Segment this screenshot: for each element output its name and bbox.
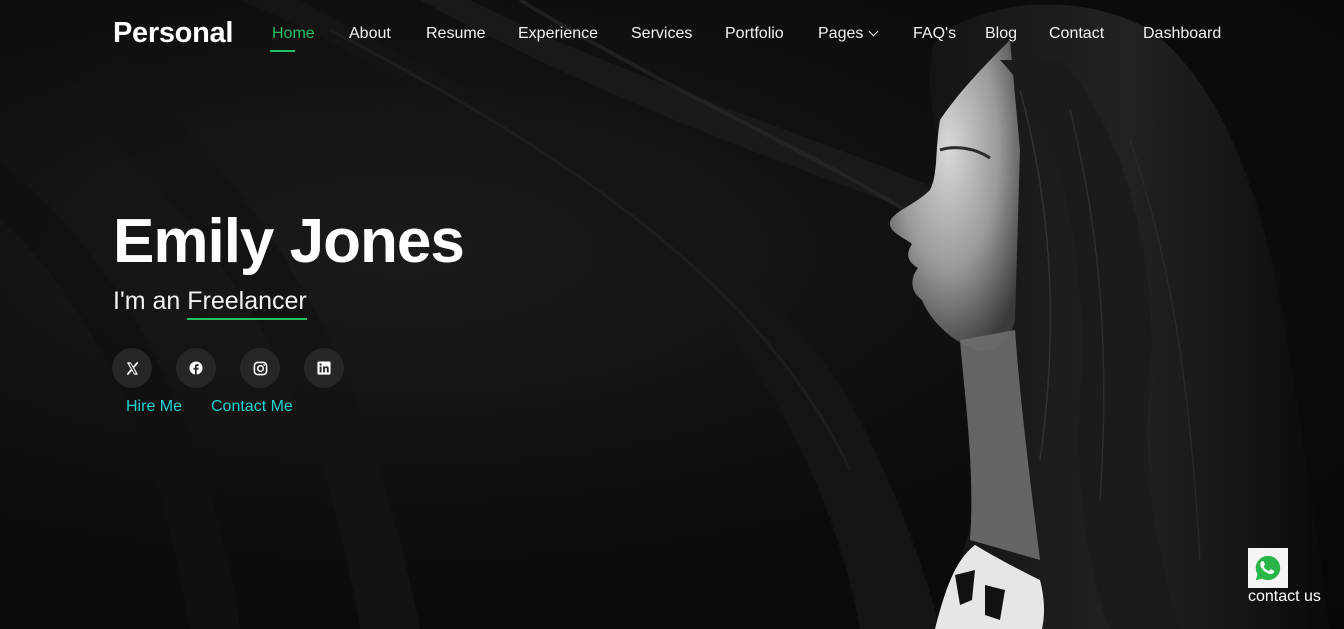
nav-about[interactable]: About (349, 25, 391, 43)
nav-active-indicator (270, 50, 295, 52)
hero-subtitle-prefix: I'm an (113, 287, 181, 315)
nav-pages-label: Pages (818, 25, 864, 42)
hero-section: Personal Home About Resume Experience Se… (0, 0, 1344, 629)
whatsapp-label[interactable]: contact us (1248, 588, 1321, 606)
nav-blog[interactable]: Blog (985, 25, 1017, 43)
hire-me-button[interactable]: Hire Me (126, 398, 182, 416)
nav-pages-dropdown[interactable]: Pages (818, 25, 879, 43)
typed-word-underline (187, 318, 307, 320)
typed-word-text: Freelancer (187, 287, 307, 315)
hero-typed-word: Freelancer (187, 287, 307, 320)
linkedin-link[interactable] (304, 348, 344, 388)
nav-experience[interactable]: Experience (518, 25, 598, 43)
nav-services[interactable]: Services (631, 25, 692, 43)
nav-dashboard[interactable]: Dashboard (1143, 25, 1221, 43)
instagram-link[interactable] (240, 348, 280, 388)
x-twitter-icon (126, 361, 138, 375)
x-twitter-link[interactable] (112, 348, 152, 388)
top-navbar: Personal Home About Resume Experience Se… (0, 0, 1344, 70)
hero-subtitle: I'm an Freelancer (113, 287, 307, 320)
contact-me-button[interactable]: Contact Me (211, 398, 293, 416)
brand-logo[interactable]: Personal (113, 17, 233, 50)
nav-resume[interactable]: Resume (426, 25, 486, 43)
whatsapp-button[interactable] (1248, 548, 1288, 588)
hero-name: Emily Jones (113, 207, 465, 276)
nav-faqs[interactable]: FAQ's (913, 25, 956, 43)
instagram-icon (253, 361, 267, 375)
nav-portfolio[interactable]: Portfolio (725, 25, 784, 43)
facebook-link[interactable] (176, 348, 216, 388)
whatsapp-icon (1255, 555, 1281, 581)
linkedin-icon (317, 361, 331, 375)
nav-contact[interactable]: Contact (1049, 25, 1104, 43)
facebook-icon (189, 361, 203, 375)
chevron-down-icon (868, 26, 879, 37)
nav-home[interactable]: Home (272, 25, 315, 43)
